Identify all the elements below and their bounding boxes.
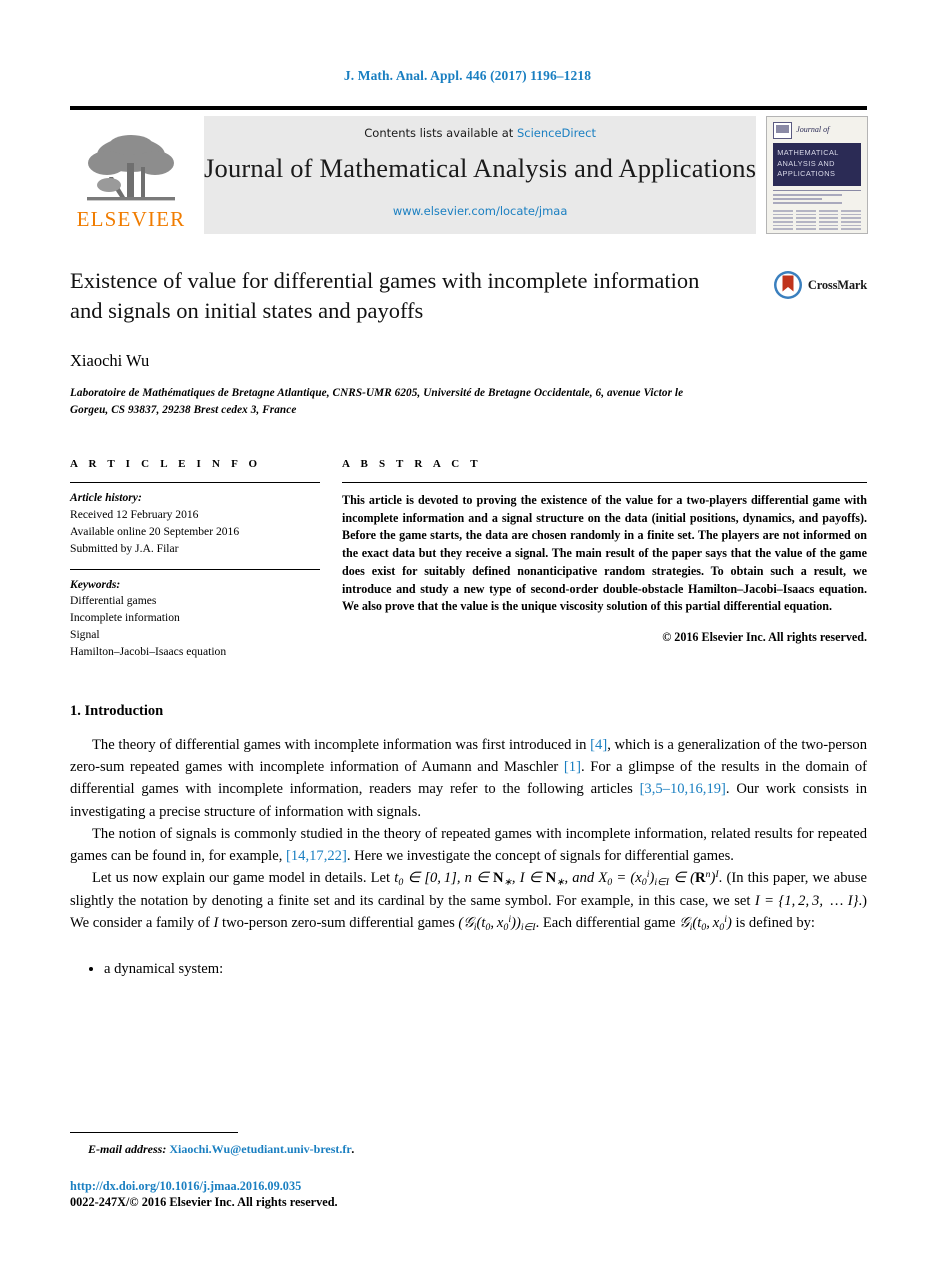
cover-band-line-3: APPLICATIONS (777, 169, 836, 179)
cover-text-line (773, 197, 822, 200)
elsevier-wordmark: ELSEVIER (76, 207, 186, 231)
contents-available-line: Contents lists available at ScienceDirec… (364, 126, 596, 140)
citation-ref-group-2[interactable]: [14,17,22] (286, 848, 347, 864)
citation-ref-1[interactable]: [1] (564, 759, 581, 775)
journal-band: Contents lists available at ScienceDirec… (204, 116, 757, 234)
email-label: E-mail address: (88, 1142, 167, 1156)
para2-text-b: . Here we investigate the concept of sig… (346, 848, 734, 864)
citation-ref-group-1[interactable]: [3,5–10,16,19] (640, 781, 726, 797)
article-history-item: Available online 20 September 2016 (70, 524, 240, 538)
cover-divider (773, 190, 862, 191)
keyword-item: Signal (70, 628, 100, 642)
article-history-item: Received 12 February 2016 (70, 507, 199, 521)
author-list: Xiaochi Wu (70, 351, 150, 371)
email-footnote: E-mail address: Xiaochi.Wu@etudiant.univ… (70, 1142, 867, 1157)
keywords-label: Keywords: (70, 577, 121, 591)
journal-article-page: J. Math. Anal. Appl. 446 (2017) 1196–121… (0, 0, 935, 1266)
journal-homepage-link[interactable]: www.elsevier.com/locate/jmaa (393, 204, 568, 218)
para3-text-a: Let us now explain our game model in det… (92, 870, 395, 887)
paragraph-3: Let us now explain our game model in det… (70, 867, 867, 935)
page-footer: E-mail address: Xiaochi.Wu@etudiant.univ… (70, 1132, 867, 1210)
abstract-heading: A B S T R A C T (342, 457, 482, 470)
article-info-column: A R T I C L E I N F O Article history: R… (70, 458, 320, 661)
keyword-item: Incomplete information (70, 611, 180, 625)
cover-journal-of: Journal of (796, 125, 830, 134)
keyword-item: Hamilton–Jacobi–Isaacs equation (70, 645, 227, 659)
introduction-section: 1. Introduction The theory of differenti… (70, 703, 867, 981)
cover-title-band: MATHEMATICAL ANALYSIS AND APPLICATIONS (773, 143, 862, 187)
keywords-group: Keywords: Differential games Incomplete … (70, 570, 320, 662)
footnote-rule (70, 1132, 238, 1133)
paragraph-1: The theory of differential games with in… (70, 734, 867, 823)
inline-math-1: t0 ∈ [0, 1], n ∈ N∗, I ∈ N∗, and X0 = (x… (394, 869, 719, 888)
journal-cover-thumbnail: Journal of MATHEMATICAL ANALYSIS AND APP… (766, 116, 869, 234)
doi-link[interactable]: http://dx.doi.org/10.1016/j.jmaa.2016.09… (70, 1179, 867, 1194)
email-period: . (351, 1142, 355, 1156)
sciencedirect-link[interactable]: ScienceDirect (517, 126, 596, 140)
elsevier-logo: ELSEVIER (70, 116, 192, 234)
cover-elsevier-mark (773, 122, 793, 139)
cover-column (795, 208, 816, 232)
para1-text-a: The theory of differential games with in… (92, 737, 591, 754)
info-abstract-area: A R T I C L E I N F O Article history: R… (70, 458, 867, 661)
crossmark-icon (773, 271, 802, 299)
section-title-introduction: 1. Introduction (70, 703, 164, 720)
abstract-text: This article is devoted to proving the e… (342, 492, 867, 614)
elsevier-tree-icon (87, 135, 175, 201)
cover-band-line-1: MATHEMATICAL (777, 148, 839, 157)
email-address-link[interactable]: Xiaochi.Wu@etudiant.univ-brest.fr (169, 1142, 351, 1156)
cover-band-line-2: ANALYSIS AND (777, 158, 835, 168)
cover-column (841, 208, 862, 232)
citation-ref-4[interactable]: [4] (590, 737, 607, 753)
cover-column (773, 208, 793, 232)
inline-math-4: (𝒢i(t0, x0i))i∈I (458, 914, 536, 933)
inline-math-5: 𝒢i(t0, x0i) (679, 914, 732, 933)
article-info-heading: A R T I C L E I N F O (70, 457, 262, 470)
article-history-group: Article history: Received 12 February 20… (70, 483, 320, 558)
inline-math-2: I = {1, 2, 3, … I} (754, 893, 859, 910)
article-history-label: Article history: (70, 490, 142, 504)
para3-text-f: is defined by: (731, 915, 815, 932)
para3-text-e: . Each differential game (535, 915, 680, 932)
cover-text-line (773, 202, 842, 205)
abstract-column: A B S T R A C T This article is devoted … (342, 458, 867, 661)
article-history-item: Submitted by J.A. Filar (70, 541, 179, 555)
running-head: J. Math. Anal. Appl. 446 (2017) 1196–121… (343, 68, 592, 83)
journal-title: Journal of Mathematical Analysis and App… (204, 153, 757, 183)
para3-text-d: two-person zero-sum differential games (218, 915, 459, 932)
cover-text-line (773, 193, 842, 196)
list-item: a dynamical system: (104, 959, 867, 981)
crossmark-label: CrossMark (807, 277, 867, 292)
affiliation: Laboratoire de Mathématiques de Bretagne… (70, 387, 684, 416)
issn-copyright-line: 0022-247X/© 2016 Elsevier Inc. All right… (70, 1195, 338, 1209)
paragraph-2: The notion of signals is commonly studie… (70, 823, 867, 867)
cover-column (818, 208, 839, 232)
model-bullet-list: a dynamical system: (70, 959, 867, 981)
title-block: Existence of value for differential game… (70, 266, 867, 418)
page-title: Existence of value for differential game… (70, 268, 700, 323)
abstract-copyright: © 2016 Elsevier Inc. All rights reserved… (662, 630, 867, 645)
journal-masthead: ELSEVIER Contents lists available at Sci… (70, 106, 869, 240)
crossmark-badge[interactable]: CrossMark (773, 270, 867, 300)
keyword-item: Differential games (70, 594, 157, 608)
contents-prefix: Contents lists available at (364, 126, 514, 140)
